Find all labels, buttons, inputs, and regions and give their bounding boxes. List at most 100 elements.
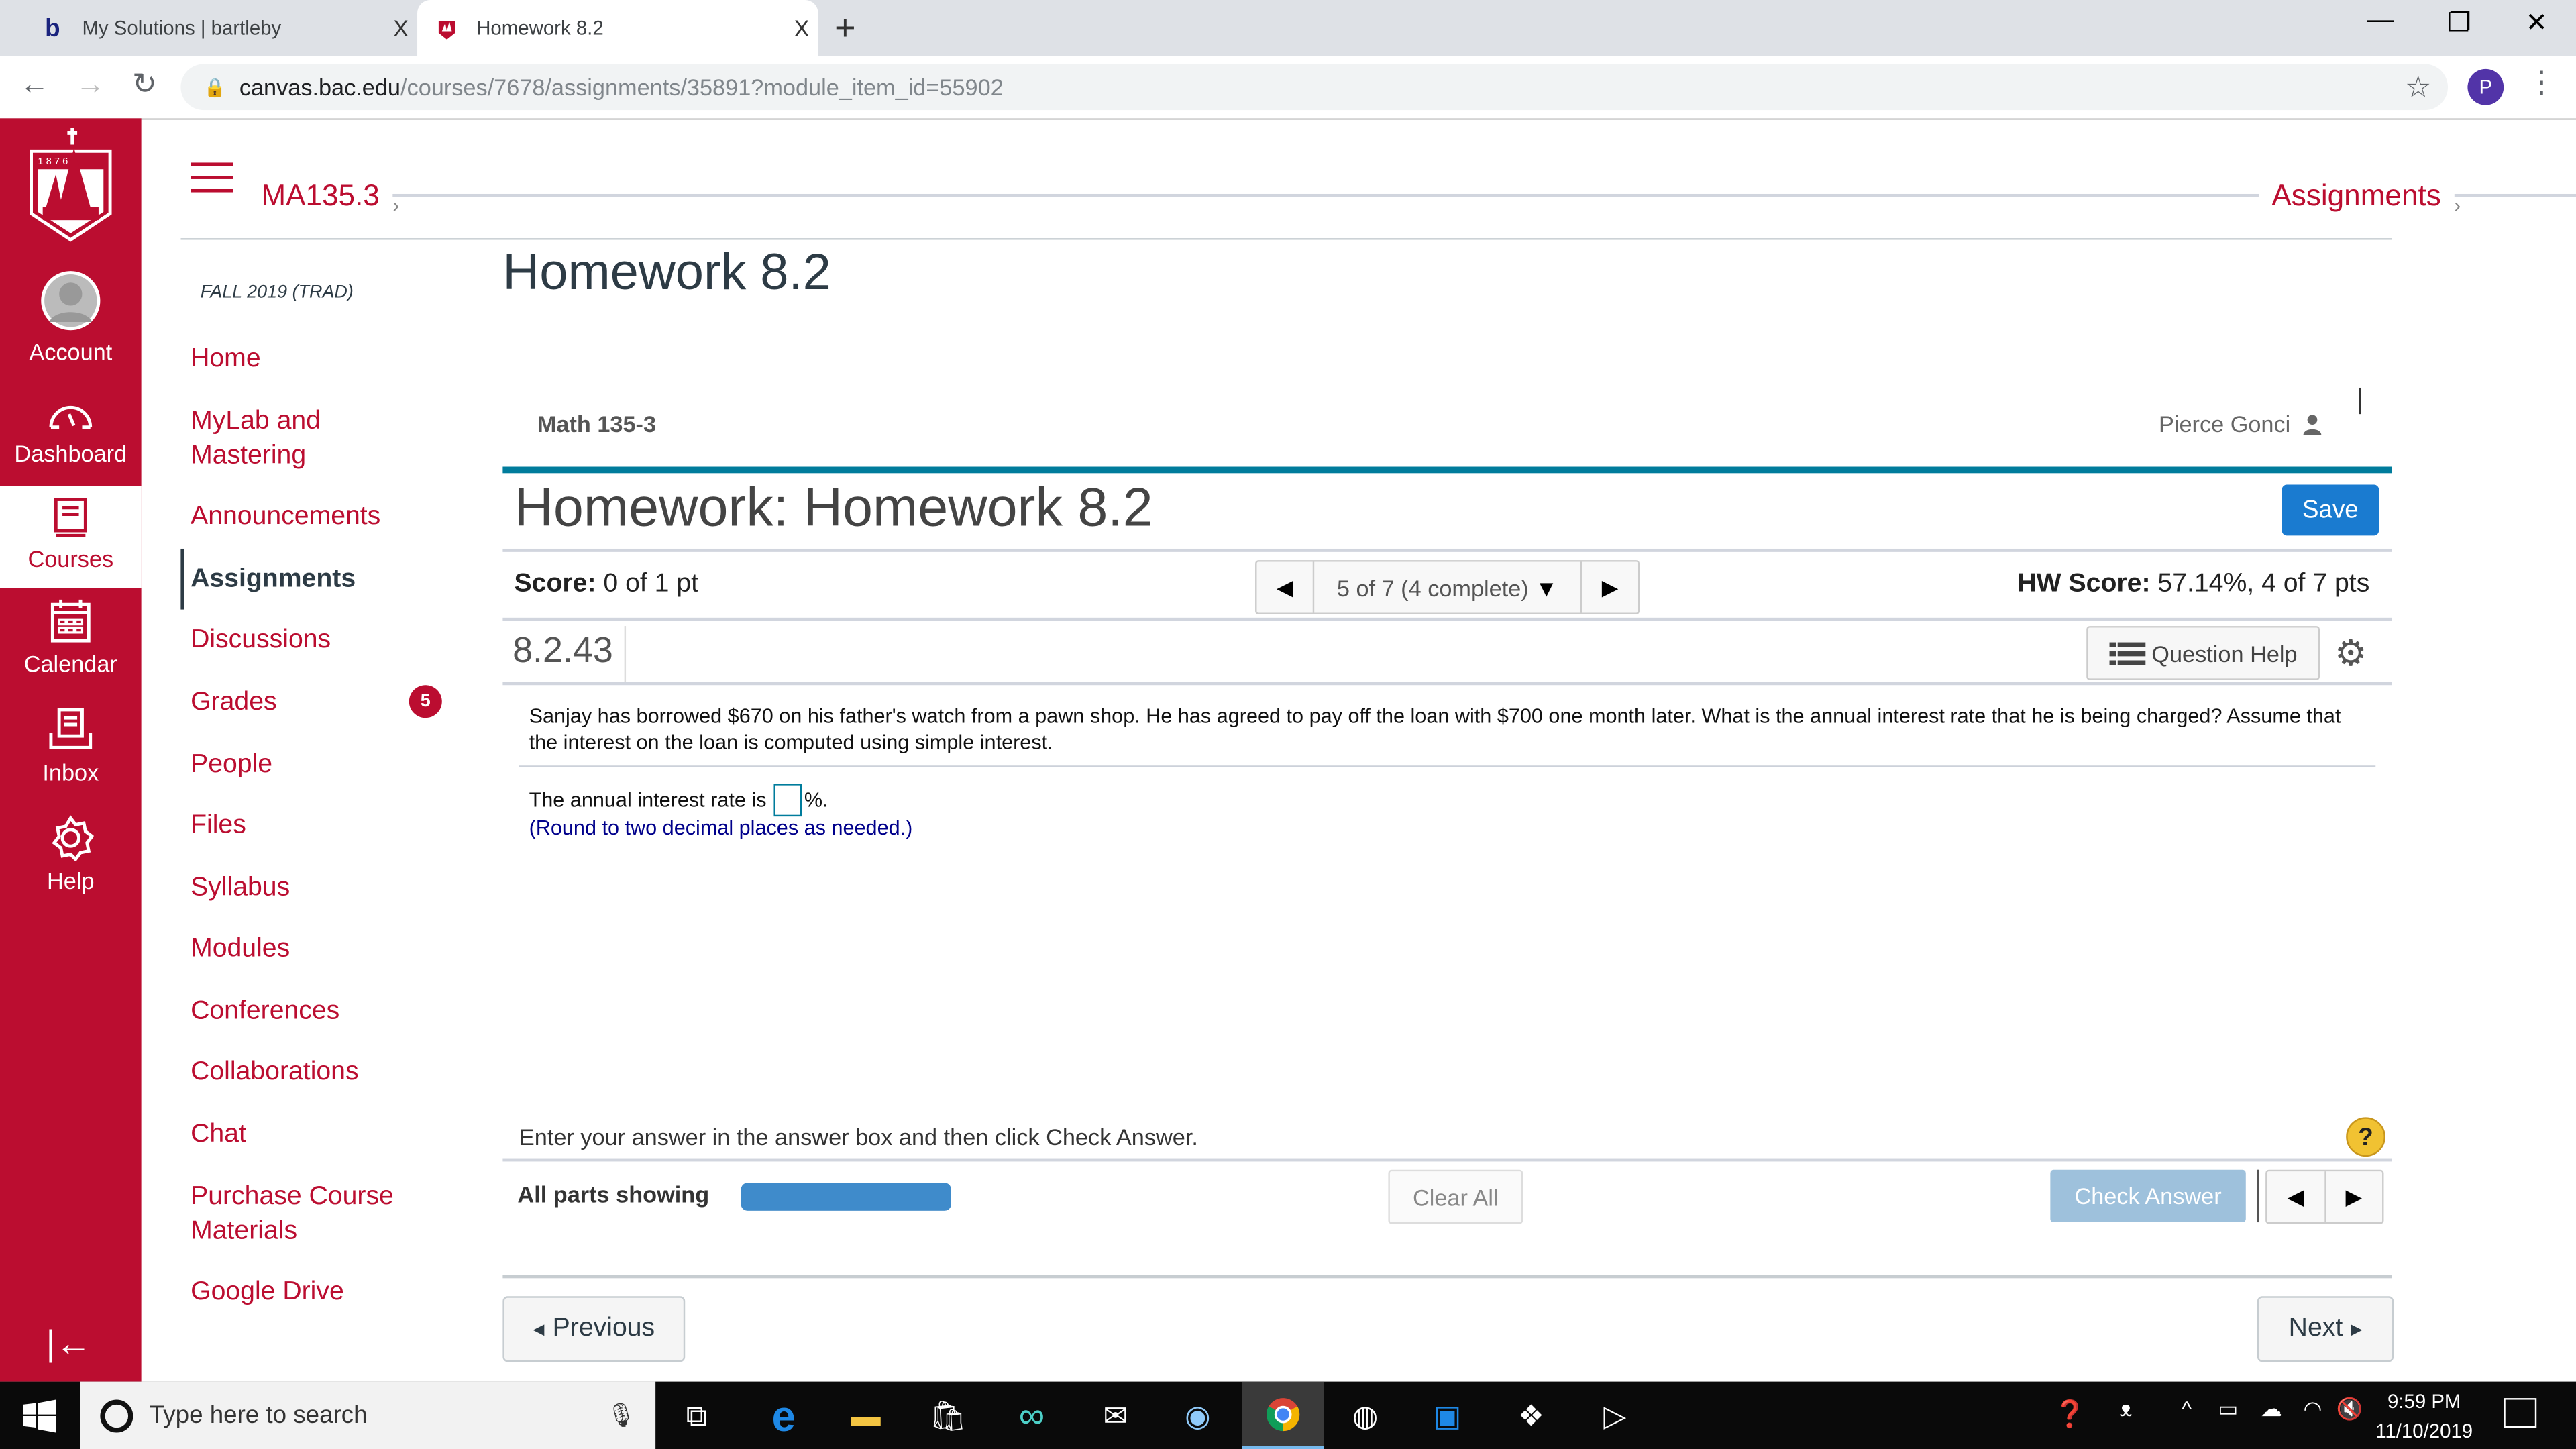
- previous-button[interactable]: ◀ Previous: [502, 1296, 686, 1362]
- next-part-icon[interactable]: ▶: [2326, 1171, 2382, 1222]
- volume-muted-icon[interactable]: 🔇: [2336, 1397, 2363, 1423]
- url-path: /courses/7678/assignments/35891?module_i…: [400, 74, 1004, 101]
- screen: b My Solutions | bartleby X Homework 8.2…: [0, 0, 2576, 1449]
- reload-icon[interactable]: ↻: [125, 67, 164, 101]
- course-nav-chat[interactable]: Chat: [191, 1117, 246, 1151]
- course-nav-home[interactable]: Home: [191, 341, 261, 376]
- bookmark-star-icon[interactable]: ☆: [2405, 70, 2432, 104]
- chrome-icon[interactable]: [1242, 1381, 1324, 1449]
- gnav-courses[interactable]: Courses: [0, 486, 142, 588]
- forward-icon[interactable]: →: [70, 67, 110, 101]
- gnav-dashboard[interactable]: Dashboard: [0, 391, 142, 490]
- college-logo[interactable]: 1 8 7 6: [23, 125, 118, 256]
- course-nav-collaborations[interactable]: Collaborations: [191, 1055, 358, 1089]
- next-button[interactable]: Next ▶: [2257, 1296, 2394, 1362]
- taskbar-search[interactable]: Type here to search 🎙: [80, 1381, 656, 1449]
- svg-text:1 8 7 6: 1 8 7 6: [38, 156, 68, 167]
- answer-input[interactable]: [773, 784, 801, 817]
- obs-icon[interactable]: ◍: [1332, 1390, 1398, 1442]
- course-nav-modules[interactable]: Modules: [191, 932, 290, 966]
- task-view-icon[interactable]: ⧉: [663, 1390, 729, 1442]
- course-nav-assignments[interactable]: Assignments: [191, 562, 356, 596]
- close-tab-icon[interactable]: X: [786, 15, 818, 41]
- file-explorer-icon[interactable]: ▬: [833, 1390, 899, 1442]
- check-answer-button[interactable]: Check Answer: [2050, 1169, 2246, 1223]
- gnav-help[interactable]: Help: [0, 815, 142, 907]
- close-tab-icon[interactable]: X: [384, 15, 417, 41]
- gnav-calendar[interactable]: Calendar: [0, 598, 142, 696]
- breadcrumb-assignments[interactable]: Assignments: [2271, 178, 2440, 213]
- course-nav-conferences[interactable]: Conferences: [191, 994, 339, 1028]
- app-window-icon[interactable]: ▣: [1415, 1390, 1481, 1442]
- course-nav-purchase[interactable]: Purchase Course Materials: [191, 1179, 404, 1248]
- question-help-button[interactable]: Question Help: [2086, 626, 2320, 680]
- course-nav-mylab[interactable]: MyLab and Mastering: [191, 404, 371, 473]
- help-gear-icon: [52, 815, 94, 861]
- new-tab-button[interactable]: +: [835, 7, 855, 50]
- next-question-icon[interactable]: ▶: [1582, 562, 1638, 613]
- microphone-icon[interactable]: 🎙: [606, 1401, 636, 1430]
- media-player-icon[interactable]: ▷: [1582, 1390, 1648, 1442]
- help-question-icon[interactable]: ?: [2346, 1117, 2385, 1157]
- course-nav-announcements[interactable]: Announcements: [191, 499, 380, 533]
- battery-icon[interactable]: ▭: [2218, 1397, 2238, 1423]
- edge-icon[interactable]: e: [751, 1390, 816, 1442]
- close-window-button[interactable]: ✕: [2499, 7, 2575, 40]
- help-tray-icon[interactable]: ❓: [2053, 1398, 2086, 1431]
- back-icon[interactable]: ←: [15, 67, 54, 101]
- steam-icon[interactable]: ◉: [1165, 1390, 1230, 1442]
- browser-menu-icon[interactable]: ⋮: [2527, 66, 2557, 100]
- restore-button[interactable]: ❐: [2422, 7, 2498, 40]
- save-button[interactable]: Save: [2282, 484, 2379, 536]
- gnav-account[interactable]: Account: [0, 270, 142, 382]
- gnav-inbox[interactable]: Inbox: [0, 706, 142, 802]
- show-hidden-icons[interactable]: ^: [2182, 1397, 2192, 1421]
- divider: [2257, 1169, 2259, 1223]
- user-icon: [2303, 414, 2322, 435]
- tab-bartleby[interactable]: b My Solutions | bartleby X: [23, 0, 417, 56]
- clock-date: 11/10/2019: [2375, 1419, 2473, 1443]
- infinity-app-icon[interactable]: ∞: [999, 1390, 1065, 1442]
- clock-time: 9:59 PM: [2387, 1389, 2461, 1413]
- caret-right-icon: ▶: [2351, 1320, 2363, 1337]
- address-bar[interactable]: 🔒 canvas.bac.edu /courses/7678/assignmen…: [180, 64, 2449, 111]
- collapse-nav-icon[interactable]: |←: [46, 1322, 92, 1365]
- tab-title: Homework 8.2: [476, 16, 604, 40]
- parts-progress-bar: [741, 1183, 951, 1211]
- tab-title: My Solutions | bartleby: [82, 16, 282, 40]
- dropbox-icon[interactable]: ❖: [1498, 1390, 1564, 1442]
- windows-start-icon[interactable]: [23, 1399, 56, 1433]
- course-nav-files[interactable]: Files: [191, 808, 246, 843]
- previous-label: Previous: [552, 1314, 655, 1342]
- chevron-down-icon: ▼: [1535, 574, 1558, 601]
- people-icon[interactable]: ᴥ: [2119, 1397, 2132, 1421]
- calendar-icon: [50, 599, 91, 643]
- clear-all-button[interactable]: Clear All: [1388, 1169, 1523, 1224]
- store-icon[interactable]: 🛍: [915, 1390, 981, 1442]
- wifi-icon[interactable]: ◠: [2303, 1397, 2322, 1423]
- instructions-text: Enter your answer in the answer box and …: [519, 1124, 1198, 1150]
- course-nav-discussions[interactable]: Discussions: [191, 623, 331, 657]
- onedrive-icon[interactable]: ☁: [2261, 1397, 2282, 1423]
- settings-gear-icon[interactable]: ⚙: [2334, 633, 2367, 676]
- hamburger-menu-icon[interactable]: [191, 162, 233, 195]
- active-indicator: [180, 548, 184, 610]
- course-nav-people[interactable]: People: [191, 747, 272, 782]
- question-select-dropdown[interactable]: 5 of 7 (4 complete) ▼: [1312, 561, 1582, 613]
- divider: [502, 682, 2392, 686]
- breadcrumb-course[interactable]: MA135.3: [261, 178, 379, 213]
- previous-question-icon[interactable]: ◀: [1256, 562, 1312, 613]
- course-nav-google-drive[interactable]: Google Drive: [191, 1275, 344, 1309]
- mail-icon[interactable]: ✉: [1083, 1390, 1148, 1442]
- course-nav-grades[interactable]: Grades: [191, 685, 276, 719]
- gnav-label: Dashboard: [14, 440, 127, 467]
- score-label: Score:: [514, 570, 596, 598]
- pager-text: 5 of 7 (4 complete): [1336, 574, 1529, 601]
- system-clock[interactable]: 9:59 PM 11/10/2019: [2375, 1387, 2473, 1446]
- profile-avatar[interactable]: P: [2467, 68, 2504, 105]
- previous-part-icon[interactable]: ◀: [2267, 1171, 2326, 1223]
- course-nav-syllabus[interactable]: Syllabus: [191, 871, 290, 905]
- notifications-icon[interactable]: [2504, 1398, 2537, 1428]
- tab-homework[interactable]: Homework 8.2 X: [417, 0, 818, 56]
- minimize-button[interactable]: —: [2343, 7, 2418, 36]
